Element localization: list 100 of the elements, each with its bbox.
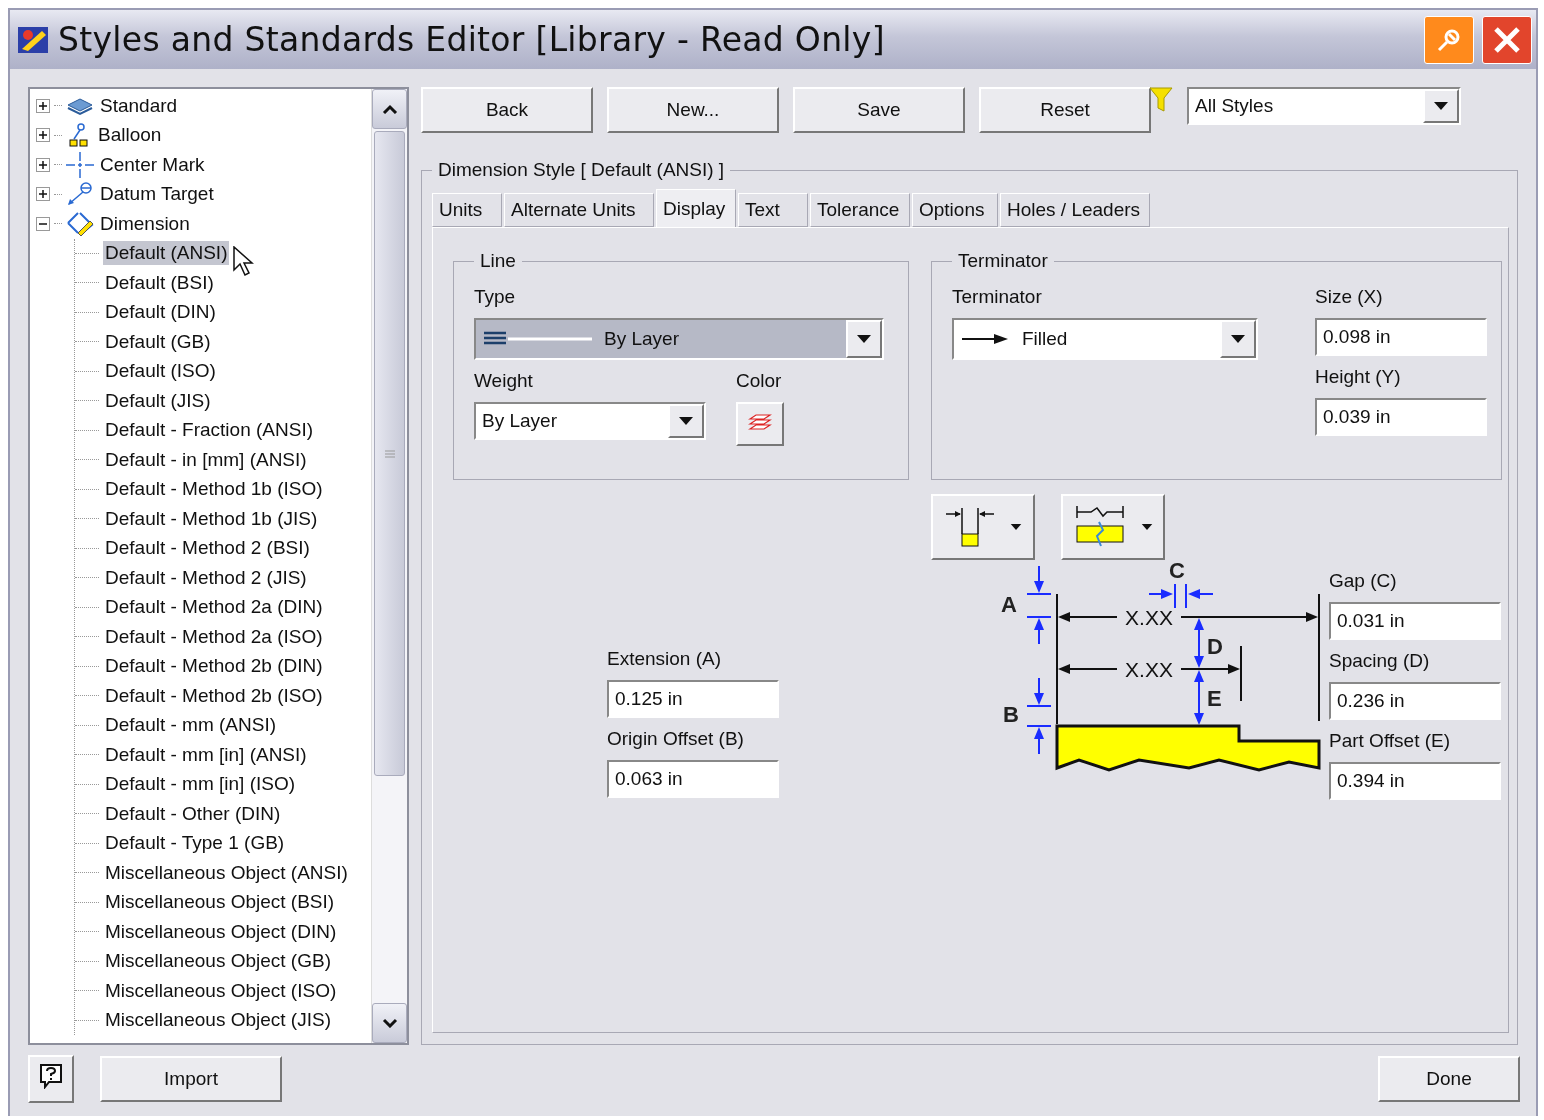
scroll-down-button[interactable] xyxy=(372,1003,407,1044)
offset-arrow xyxy=(1188,589,1214,600)
expand-toggle[interactable] xyxy=(36,128,50,143)
tab[interactable]: Tolerance xyxy=(810,193,910,228)
terminator-dropdown[interactable]: Filled xyxy=(952,318,1258,361)
tree-item[interactable]: Standard xyxy=(98,93,180,118)
tab[interactable]: Alternate Units xyxy=(504,193,654,228)
field-label: Size (X) xyxy=(1315,286,1384,309)
dimension-text: X.XX xyxy=(1125,606,1173,630)
tree-item[interactable]: Default - Method 2a (ISO) xyxy=(103,624,325,649)
caret-icon xyxy=(1231,335,1245,344)
group-title: Terminator xyxy=(957,250,1049,273)
tree-item[interactable]: Default - Method 2b (DIN) xyxy=(103,654,325,679)
tree-item[interactable]: Default (GB) xyxy=(103,329,213,354)
line-type-dropdown[interactable]: By Layer xyxy=(474,318,884,361)
tree-item[interactable]: Balloon xyxy=(96,123,164,148)
import-button[interactable]: Import xyxy=(100,1055,282,1102)
field-label: Weight xyxy=(474,370,534,393)
caret-icon xyxy=(1141,524,1153,531)
tree-item[interactable]: Miscellaneous Object (ISO) xyxy=(103,978,339,1003)
offset-arrow xyxy=(1194,670,1204,698)
tree-item[interactable]: Default - mm [in] (ANSI) xyxy=(103,742,309,767)
group-title: Line xyxy=(479,250,517,273)
group-title: Dimension Style [ Default (ANSI) ] xyxy=(437,159,726,182)
tree-item[interactable]: Default - Method 1b (JIS) xyxy=(103,506,320,531)
tab[interactable]: Units xyxy=(432,193,502,228)
tree-item[interactable]: Center Mark xyxy=(98,152,207,177)
field-label: Type xyxy=(474,286,517,309)
tree-item[interactable]: Default - Method 2 (JIS) xyxy=(103,565,309,590)
toolbar-button[interactable]: Back xyxy=(421,87,593,134)
tab[interactable]: Options xyxy=(912,193,998,228)
input-field[interactable]: 0.098 in xyxy=(1315,318,1487,357)
tree-item[interactable]: Default - Method 2b (ISO) xyxy=(103,683,325,708)
tab[interactable]: Text xyxy=(738,193,808,228)
tree-item[interactable]: Miscellaneous Object (ANSI) xyxy=(103,860,350,885)
vertical-scrollbar[interactable] xyxy=(371,89,407,1044)
tree-item[interactable]: Default - Other (DIN) xyxy=(103,801,283,826)
tree-item[interactable]: Datum Target xyxy=(98,182,216,207)
toolbar-button[interactable]: Save xyxy=(793,87,965,134)
expand-toggle[interactable] xyxy=(36,157,50,172)
chevron-down-icon xyxy=(381,1018,398,1029)
offset-arrow xyxy=(1034,677,1044,706)
input-field[interactable]: 0.039 in xyxy=(1315,398,1487,437)
toolbar-button[interactable]: New... xyxy=(607,87,779,134)
tree-item[interactable]: Miscellaneous Object (BSI) xyxy=(103,890,337,915)
offset-arrow xyxy=(1194,618,1204,645)
dimension-break-button[interactable] xyxy=(1061,494,1165,561)
collapse-toggle[interactable] xyxy=(36,216,50,231)
field-label: Color xyxy=(736,370,783,393)
input-field[interactable]: 0.031 in xyxy=(1329,602,1501,641)
input-field[interactable]: 0.063 in xyxy=(607,760,779,799)
tree-item[interactable]: Default (BSI) xyxy=(103,270,216,295)
close-button[interactable] xyxy=(1482,15,1532,64)
tab[interactable]: Holes / Leaders xyxy=(1000,193,1150,228)
scroll-up-button[interactable] xyxy=(372,89,407,130)
extension-line xyxy=(1240,645,1242,703)
tree-item[interactable]: Dimension xyxy=(98,211,192,236)
dimension-text: X.XX xyxy=(1125,658,1173,682)
caret-icon xyxy=(679,417,693,426)
tree-item[interactable]: Default (DIN) xyxy=(103,300,218,325)
input-field[interactable]: 0.125 in xyxy=(607,680,779,719)
offset-letter: A xyxy=(1001,592,1017,618)
tab[interactable]: Display xyxy=(656,189,736,228)
dimension-style-button[interactable] xyxy=(931,494,1035,561)
style-filter-dropdown[interactable]: All Styles xyxy=(1187,87,1461,126)
done-button[interactable]: Done xyxy=(1378,1055,1520,1102)
tree-item[interactable]: Default (ANSI) xyxy=(103,241,230,266)
toolbar-button[interactable]: Reset xyxy=(979,87,1151,134)
tree-item[interactable]: Default - Type 1 (GB) xyxy=(103,831,287,856)
offset-letter: B xyxy=(1003,702,1019,728)
tree-item[interactable]: Default - mm (ANSI) xyxy=(103,713,279,738)
center-mark-icon xyxy=(66,151,94,178)
input-field[interactable]: 0.236 in xyxy=(1329,682,1501,721)
input-field[interactable]: 0.394 in xyxy=(1329,762,1501,801)
tree-item[interactable]: Default - in [mm] (ANSI) xyxy=(103,447,309,472)
tree-item[interactable]: Default - Method 1b (ISO) xyxy=(103,477,325,502)
line-weight-dropdown[interactable]: By Layer xyxy=(474,402,706,441)
color-button[interactable] xyxy=(736,402,784,447)
caret-icon xyxy=(857,335,871,344)
expand-toggle[interactable] xyxy=(36,187,50,202)
offset-letter: D xyxy=(1207,634,1223,660)
help-button[interactable] xyxy=(28,1054,74,1103)
offset-arrow xyxy=(1194,695,1204,726)
tree-item[interactable]: Miscellaneous Object (GB) xyxy=(103,949,333,974)
dimension-arrow xyxy=(1058,664,1118,675)
tree-item[interactable]: Miscellaneous Object (DIN) xyxy=(103,919,339,944)
tree-item[interactable]: Default - Method 2 (BSI) xyxy=(103,536,312,561)
tree-item[interactable]: Default - Method 2a (DIN) xyxy=(103,595,325,620)
expand-toggle[interactable] xyxy=(36,98,50,113)
tree-item[interactable]: Default (ISO) xyxy=(103,359,218,384)
tree-item[interactable]: Default - Fraction (ANSI) xyxy=(103,418,315,443)
tree-item[interactable]: Default (JIS) xyxy=(103,388,213,413)
help-icon xyxy=(39,1063,63,1090)
offset-tick xyxy=(1174,583,1187,610)
scroll-thumb[interactable] xyxy=(374,131,405,777)
tree-item[interactable]: Default - mm [in] (ISO) xyxy=(103,772,298,797)
tree-item[interactable]: Miscellaneous Object (JIS) xyxy=(103,1008,333,1033)
field-label: Gap (C) xyxy=(1329,570,1398,593)
dimension-icon xyxy=(66,210,94,237)
field-label: Terminator xyxy=(952,286,1043,309)
